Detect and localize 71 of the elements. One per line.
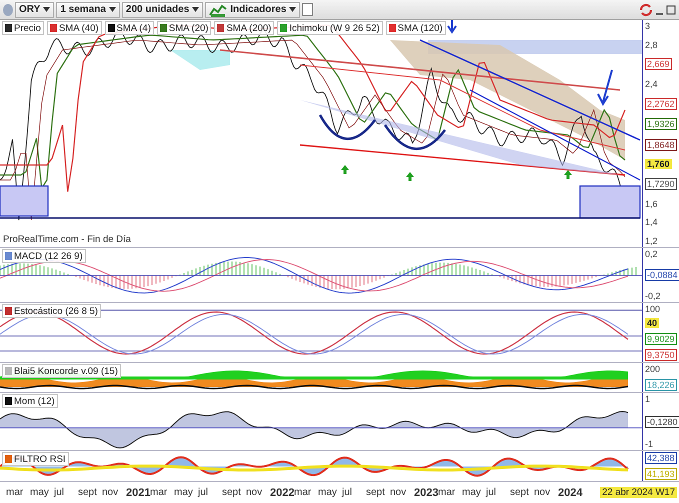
month-axis-label: nov [390,487,408,498]
month-axis-label: mar [6,487,24,498]
value-tag: 1,8648 [645,138,677,151]
month-axis-label: sept [366,487,386,498]
caret-icon [192,7,200,12]
up-arrow-icon [341,165,349,174]
value-tag: 1,7290 [645,178,677,190]
month-axis-label: mar [294,487,312,498]
indicators-dropdown[interactable]: Indicadores [205,2,300,18]
year-axis-label: 2024 [558,486,582,498]
up-arrow-icon [564,170,572,179]
month-axis-label: may [462,487,482,498]
cup-curve [384,124,446,150]
year-axis-label: 2022 [270,486,294,498]
maximize-icon[interactable] [666,4,676,14]
symbol-dropdown[interactable]: ORY [15,2,54,18]
value-tag: 41,193 [645,468,677,480]
axis-tick-label: 1 [645,394,650,404]
month-axis-label: jul [342,487,354,498]
caret-icon [43,7,50,12]
chart-line-icon [209,2,228,16]
cup-curve [318,114,376,140]
year-axis-label: 2023 [414,486,438,498]
units-dropdown[interactable]: 200 unidades [122,2,204,18]
value-tag: 9,3750 [645,348,677,361]
current-value-tag: 40 [645,318,660,328]
value-tag: 2,2762 [645,98,677,110]
axis-tick-label: 1,4 [645,217,658,228]
up-arrow-icon [406,172,414,181]
value-tag: 42,388 [645,452,677,464]
axis-tick-label: 2,8 [645,40,658,50]
month-axis-label: may [318,487,338,498]
refresh-icon[interactable] [639,2,653,16]
highlight-rectangle [579,185,641,219]
axis-tick-label: 3 [645,21,650,31]
current-value-tag: 1,760 [645,159,672,170]
axis-tick-label: 1,2 [645,236,658,246]
value-tag: 18,226 [645,379,677,391]
source-label: ProRealTime.com - Fin de Día [3,234,131,245]
month-axis-label: jul [54,487,66,498]
month-axis-label: mar [150,487,168,498]
month-axis-label: mar [438,487,456,498]
axis-tick-label: -0,2 [645,291,661,301]
month-axis-label: nov [246,487,264,498]
value-tag: 9,9029 [645,332,677,345]
axis-tick-label: 100 [645,304,660,314]
value-tag: 1,9326 [645,118,677,130]
value-tag: -0,0884 [645,269,679,281]
current-date-tag: 22 abr 2024 W17 [600,487,677,498]
month-axis-label: nov [534,487,552,498]
month-axis-label: jul [198,487,210,498]
caret-icon [289,7,296,12]
month-axis-label: sept [78,487,98,498]
year-axis-label: 2021 [126,486,150,498]
period-dropdown[interactable]: 1 semana [56,2,120,18]
month-axis-label: may [174,487,194,498]
month-axis-label: sept [222,487,242,498]
caret-icon [108,7,116,12]
down-arrow-icon [597,69,613,106]
value-tag: 2,669 [645,58,672,70]
axis-tick-label: -1 [645,439,654,449]
axis-tick-label: 2,4 [645,78,658,89]
month-axis-label: nov [102,487,120,498]
value-tag: -0,1280 [645,416,679,428]
month-axis-label: jul [486,487,498,498]
axis-tick-label: 200 [645,364,660,374]
down-arrow-icon [447,20,457,34]
month-axis-label: sept [510,487,530,498]
month-axis-label: may [30,487,50,498]
axis-tick-label: 0,2 [645,249,658,259]
axis-tick-label: 1,6 [645,198,658,209]
